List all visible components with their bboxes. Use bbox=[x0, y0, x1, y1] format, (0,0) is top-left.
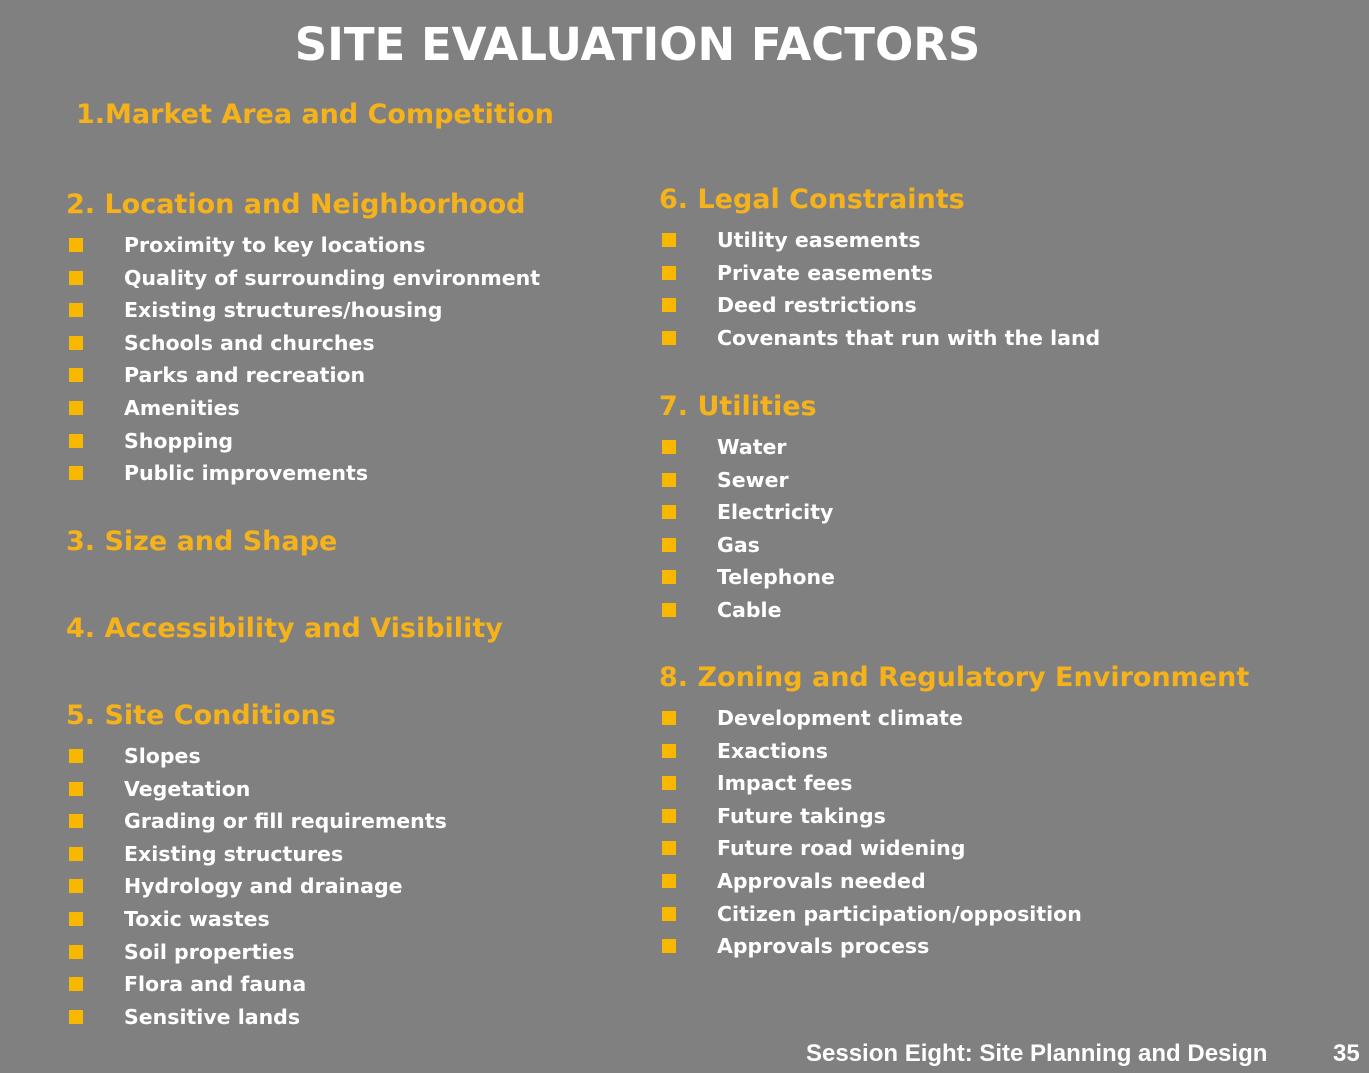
bullet-square-icon bbox=[662, 330, 676, 345]
page-number: 35 bbox=[1333, 1040, 1360, 1067]
s5-item-label: Toxic wastes bbox=[124, 906, 270, 931]
bullet-square-icon bbox=[69, 368, 83, 383]
section-7-heading: 7. Utilities bbox=[659, 391, 817, 422]
bullet-square-icon bbox=[69, 846, 83, 861]
bullet-square-icon bbox=[662, 808, 676, 823]
s2-item-label: Proximity to key locations bbox=[124, 233, 426, 257]
bullet-square-icon bbox=[69, 944, 83, 959]
bullet-square-icon bbox=[662, 440, 676, 454]
s2-item-label: Schools and churches bbox=[124, 330, 375, 355]
bullet-square-icon bbox=[662, 743, 676, 758]
section-5-heading: 5. Site Conditions bbox=[66, 700, 336, 731]
s7-item-label: Sewer bbox=[717, 467, 789, 492]
bullet-square-icon bbox=[662, 537, 676, 552]
bullet-square-icon bbox=[69, 335, 83, 350]
bullet-square-icon bbox=[662, 776, 676, 791]
s7-item-label: Water bbox=[717, 435, 787, 459]
s2-item-label: Amenities bbox=[124, 395, 240, 420]
bullet-square-icon bbox=[69, 781, 83, 796]
bullet-square-icon bbox=[69, 400, 83, 415]
section-1-heading: 1.Market Area and Competition bbox=[76, 99, 554, 130]
bullet-square-icon bbox=[69, 879, 83, 894]
bullet-square-icon bbox=[69, 238, 83, 252]
bullet-square-icon bbox=[69, 977, 83, 992]
section-8-heading: 8. Zoning and Regulatory Environment bbox=[659, 662, 1250, 693]
s6-item-label: Utility easements bbox=[717, 228, 921, 252]
s2-item-label: Public improvements bbox=[124, 461, 369, 486]
s8-item-label: Future road widening bbox=[717, 836, 966, 861]
bullet-square-icon bbox=[662, 602, 676, 617]
bullet-square-icon bbox=[662, 233, 676, 247]
section-3-heading: 3. Size and Shape bbox=[66, 526, 338, 557]
s7-item-label: Cable bbox=[717, 597, 782, 622]
s5-item-label: Hydrology and drainage bbox=[124, 874, 403, 899]
bullet-square-icon bbox=[69, 433, 83, 448]
bullet-square-icon bbox=[69, 466, 83, 481]
s8-item-label: Approvals process bbox=[717, 934, 930, 959]
bullet-square-icon bbox=[662, 570, 676, 585]
bullet-square-icon bbox=[69, 270, 83, 285]
s5-item-label: Soil properties bbox=[124, 939, 295, 964]
s6-item-label: Private easements bbox=[717, 260, 933, 285]
slide-title: SITE EVALUATION FACTORS bbox=[294, 18, 981, 71]
section-4-heading: 4. Accessibility and Visibility bbox=[66, 613, 503, 644]
bullet-square-icon bbox=[662, 298, 676, 313]
section-6-heading: 6. Legal Constraints bbox=[659, 184, 965, 215]
s5-item-label: Flora and fauna bbox=[124, 972, 307, 997]
s8-item-label: Future takings bbox=[717, 803, 886, 828]
s7-item-label: Gas bbox=[717, 532, 760, 557]
s8-item-label: Approvals needed bbox=[717, 868, 926, 893]
bullet-square-icon bbox=[662, 841, 676, 856]
s2-item-label: Shopping bbox=[124, 428, 234, 453]
bullet-square-icon bbox=[69, 1009, 83, 1024]
bullet-square-icon bbox=[69, 911, 83, 926]
s8-item-label: Exactions bbox=[717, 738, 828, 763]
bullet-square-icon bbox=[662, 472, 676, 487]
s8-item-label: Citizen participation/opposition bbox=[717, 901, 1082, 926]
s2-item-label: Parks and recreation bbox=[124, 363, 366, 388]
bullet-square-icon bbox=[662, 873, 676, 888]
s5-item-label: Grading or fill requirements bbox=[124, 809, 447, 834]
s2-item-label: Existing structures/housing bbox=[124, 298, 443, 323]
s5-item-label: Vegetation bbox=[124, 776, 251, 801]
s5-item-label: Sensitive lands bbox=[124, 1004, 301, 1029]
section-2-heading: 2. Location and Neighborhood bbox=[66, 189, 526, 220]
s8-item-label: Impact fees bbox=[717, 771, 853, 796]
session-footer: Session Eight: Site Planning and Design bbox=[806, 1040, 1268, 1067]
bullet-square-icon bbox=[662, 711, 676, 725]
s7-item-label: Electricity bbox=[717, 500, 834, 525]
s5-item-label: Existing structures bbox=[124, 841, 344, 866]
bullet-square-icon bbox=[662, 939, 676, 954]
s5-item-label: Slopes bbox=[124, 744, 201, 768]
bullet-square-icon bbox=[69, 303, 83, 318]
s7-item-label: Telephone bbox=[717, 565, 835, 590]
s6-item-label: Deed restrictions bbox=[717, 293, 917, 318]
s6-item-label: Covenants that run with the land bbox=[717, 325, 1101, 350]
bullet-square-icon bbox=[69, 749, 83, 763]
s8-item-label: Development climate bbox=[717, 706, 963, 730]
bullet-square-icon bbox=[69, 814, 83, 829]
s2-item-label: Quality of surrounding environment bbox=[124, 265, 541, 290]
bullet-square-icon bbox=[662, 505, 676, 520]
bullet-square-icon bbox=[662, 906, 676, 921]
bullet-square-icon bbox=[662, 265, 676, 280]
